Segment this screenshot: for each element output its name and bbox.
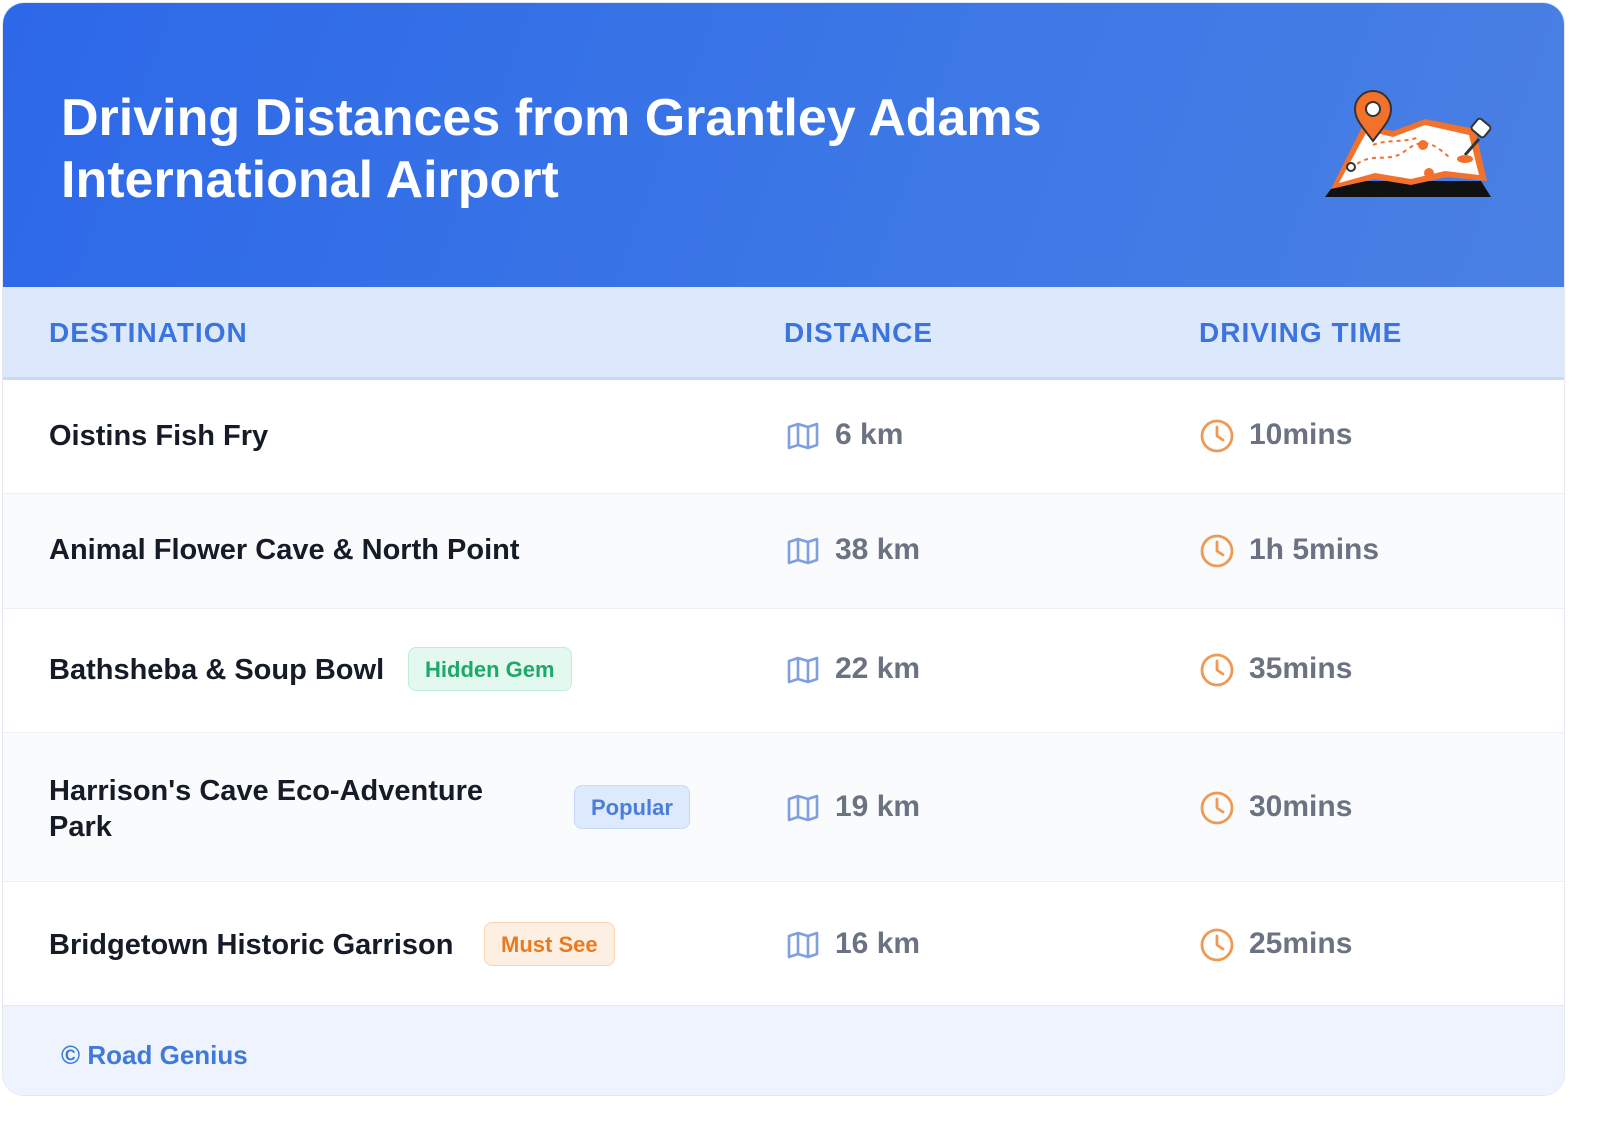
destination-name: Harrison's Cave Eco-Adventure Park (49, 773, 483, 845)
destination-name: Bridgetown Historic Garrison (49, 929, 454, 961)
distance-value: 6 km (835, 418, 904, 451)
map-with-pins-icon (1325, 90, 1492, 197)
table-row[interactable]: Bridgetown Historic Garrison Must See 16… (3, 882, 1564, 1005)
table-row[interactable]: Oistins Fish Fry 6 km 10mins (3, 380, 1564, 494)
distance-card: Driving Distances from Grantley Adams In… (2, 2, 1565, 1096)
table-row[interactable]: Harrison's Cave Eco-Adventure Park Popul… (3, 733, 1564, 882)
distance-value: 38 km (835, 533, 921, 566)
table-header: DESTINATION DISTANCE DRIVING TIME (3, 287, 1564, 380)
copyright-text[interactable]: © Road Genius (61, 1040, 248, 1071)
distance-value: 16 km (835, 927, 921, 960)
distance-value: 19 km (835, 790, 921, 823)
destination-name: Oistins Fish Fry (49, 420, 269, 452)
table-row[interactable]: Animal Flower Cave & North Point 38 km 1… (3, 494, 1564, 609)
card-footer: © Road Genius (3, 1005, 1564, 1095)
column-header-destination[interactable]: DESTINATION (49, 317, 248, 349)
clock-icon (1199, 652, 1235, 688)
hidden-gem-badge: Hidden Gem (408, 647, 572, 691)
popular-badge: Popular (574, 785, 690, 829)
map-icon (787, 931, 819, 959)
map-icon (787, 422, 819, 450)
driving-time-value: 30mins (1249, 790, 1353, 823)
driving-time-value: 10mins (1249, 418, 1353, 451)
map-icon (787, 794, 819, 822)
destination-name: Bathsheba & Soup Bowl (49, 654, 385, 686)
clock-icon (1199, 927, 1235, 963)
column-header-driving-time[interactable]: DRIVING TIME (1199, 317, 1402, 349)
distance-value: 22 km (835, 652, 921, 685)
destination-name: Animal Flower Cave & North Point (49, 534, 520, 566)
column-header-distance[interactable]: DISTANCE (784, 317, 933, 349)
clock-icon (1199, 790, 1235, 826)
driving-time-value: 25mins (1249, 927, 1353, 960)
clock-icon (1199, 533, 1235, 569)
driving-time-value: 1h 5mins (1249, 533, 1380, 566)
title-line-2: International Airport (61, 151, 559, 209)
table-row[interactable]: Bathsheba & Soup Bowl Hidden Gem 22 km 3… (3, 609, 1564, 733)
card-header: Driving Distances from Grantley Adams In… (3, 3, 1564, 287)
page-title: Driving Distances from Grantley Adams In… (61, 87, 1161, 211)
must-see-badge: Must See (484, 922, 615, 966)
map-icon (787, 656, 819, 684)
driving-time-value: 35mins (1249, 652, 1353, 685)
title-line-1: Driving Distances from Grantley Adams (61, 89, 1042, 147)
destination-name-line-2: Park (49, 811, 112, 843)
destination-name-line-1: Harrison's Cave Eco-Adventure (49, 775, 483, 807)
map-icon (787, 537, 819, 565)
clock-icon (1199, 418, 1235, 454)
